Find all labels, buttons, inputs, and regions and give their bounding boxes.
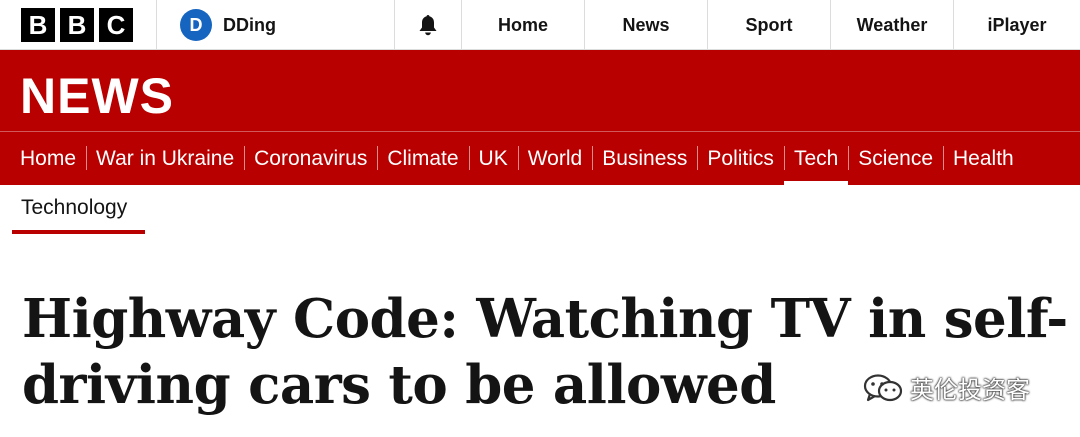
- watermark-text: 英伦投资客: [910, 376, 1030, 404]
- account-link[interactable]: D DDing: [157, 0, 395, 50]
- subsection-underline: [12, 230, 145, 234]
- section-link-uk[interactable]: UK: [468, 132, 518, 185]
- section-link-climate[interactable]: Climate: [377, 132, 468, 185]
- section-link-health[interactable]: Health: [943, 132, 1024, 185]
- bbc-logo-block: B: [60, 8, 94, 42]
- section-link-tech[interactable]: Tech: [783, 132, 849, 185]
- bell-icon: [419, 15, 437, 36]
- bbc-logo[interactable]: B B C: [0, 0, 157, 50]
- subsection-link-technology[interactable]: Technology: [21, 196, 127, 220]
- section-link-world[interactable]: World: [517, 132, 592, 185]
- section-link-business[interactable]: Business: [592, 132, 697, 185]
- topnav-weather[interactable]: Weather: [831, 0, 954, 50]
- bbc-logo-block: C: [99, 8, 133, 42]
- account-name: DDing: [223, 14, 276, 35]
- topnav-sport[interactable]: Sport: [708, 0, 831, 50]
- topnav-iplayer[interactable]: iPlayer: [954, 0, 1080, 50]
- topnav-news[interactable]: News: [585, 0, 708, 50]
- section-navigation: Home War in Ukraine Coronavirus Climate …: [10, 132, 1024, 185]
- topnav-home[interactable]: Home: [462, 0, 585, 50]
- news-masthead: NEWS Home War in Ukraine Coronavirus Cli…: [0, 50, 1080, 185]
- bbc-logo-block: B: [21, 8, 55, 42]
- news-title-link[interactable]: NEWS: [20, 67, 174, 125]
- section-link-science[interactable]: Science: [848, 132, 943, 185]
- section-link-home[interactable]: Home: [10, 132, 86, 185]
- section-link-coronavirus[interactable]: Coronavirus: [244, 132, 377, 185]
- section-link-war-in-ukraine[interactable]: War in Ukraine: [86, 132, 244, 185]
- top-navigation-bar: B B C D DDing Home News Sport Weather iP…: [0, 0, 1080, 50]
- watermark: 英伦投资客: [862, 370, 1030, 405]
- wechat-icon: [863, 373, 903, 401]
- avatar: D: [180, 9, 212, 41]
- section-link-politics[interactable]: Politics: [697, 132, 784, 185]
- notifications-button[interactable]: [395, 0, 462, 50]
